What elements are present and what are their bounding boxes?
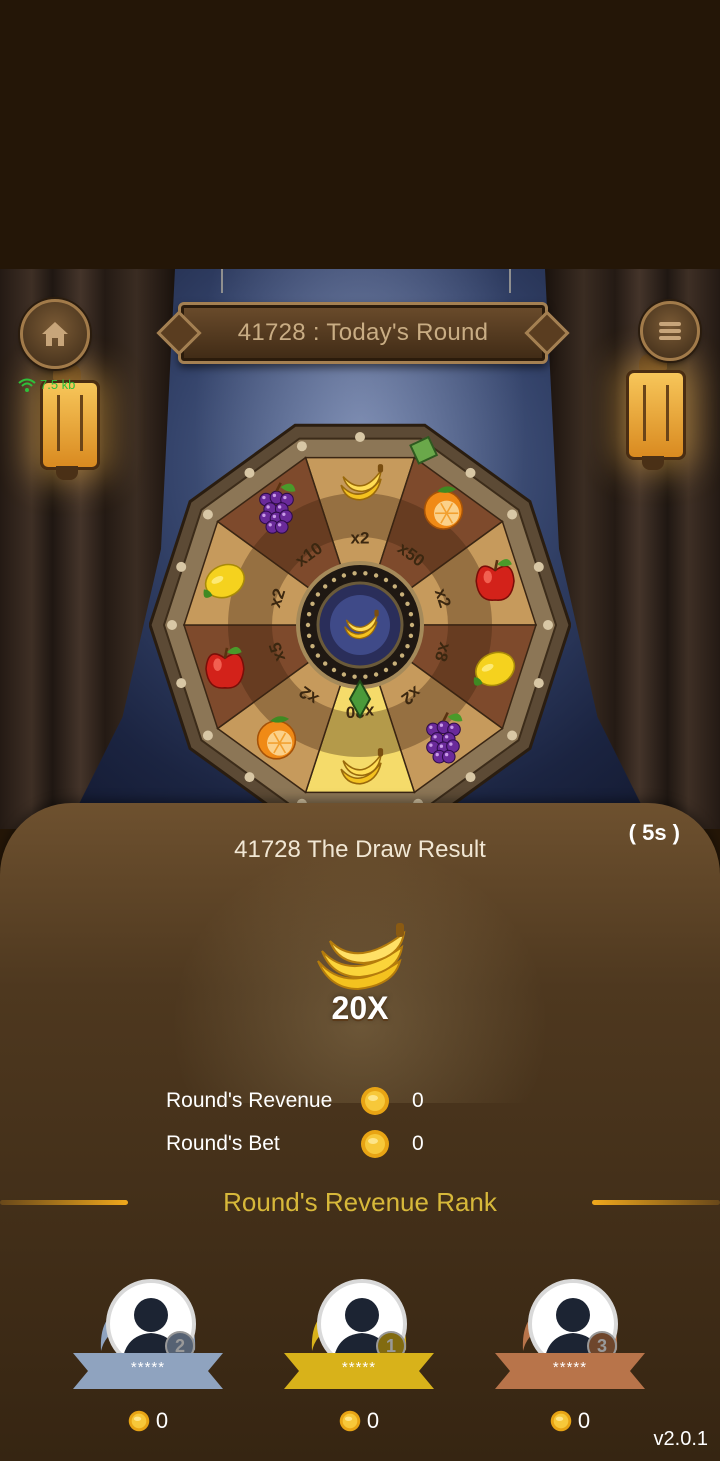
- coin-icon: [361, 1087, 389, 1115]
- rank-card-1: 1 ***** 0: [284, 1275, 434, 1445]
- home-icon: [42, 322, 68, 346]
- player-name-ribbon: *****: [73, 1353, 223, 1389]
- result-multiplier: 20X: [331, 990, 389, 1026]
- player-coin-value: 0: [155, 1408, 169, 1433]
- draw-result-panel: 41728 The Draw Result ( 5s ) 20X Round's…: [0, 803, 720, 1461]
- home-button[interactable]: [20, 299, 90, 369]
- draw-result-title: 41728 The Draw Result: [234, 836, 486, 863]
- player-name-ribbon: *****: [284, 1353, 434, 1389]
- lantern-right: [622, 354, 686, 474]
- coin-icon: [361, 1130, 389, 1158]
- multiplier-label: x2: [351, 528, 370, 547]
- menu-button[interactable]: [640, 301, 700, 361]
- revenue-row: Round's Revenue 0: [166, 1086, 424, 1116]
- coin-icon: [339, 1410, 361, 1432]
- wifi-icon: [18, 378, 36, 392]
- network-speed: 7.5 kb: [40, 377, 76, 392]
- round-title: 41728 : Today's Round: [237, 319, 489, 346]
- player-coins: 0: [284, 1408, 434, 1434]
- fortune-wheel: x2x50x2x8x2x20x2x5x2x10: [148, 414, 572, 829]
- version-label: v2.0.1: [653, 1428, 708, 1450]
- player-name-ribbon: *****: [495, 1353, 645, 1389]
- player-coin-value: 0: [577, 1408, 591, 1433]
- countdown-timer: ( 5s ): [628, 820, 680, 845]
- round-title-plate: 41728 : Today's Round: [178, 302, 548, 364]
- revenue-label: Round's Revenue: [166, 1089, 333, 1112]
- rank-divider-right: [592, 1200, 720, 1205]
- revenue-value: 0: [412, 1089, 424, 1112]
- coin-icon: [128, 1410, 150, 1432]
- player-coins: 0: [495, 1408, 645, 1434]
- network-indicator: 7.5 kb: [18, 377, 75, 392]
- rank-card-3: 3 ***** 0: [495, 1275, 645, 1445]
- curtain-right: [545, 269, 720, 829]
- menu-icon: [659, 322, 681, 340]
- top-blank-area: [0, 0, 720, 269]
- bet-label: Round's Bet: [166, 1132, 280, 1155]
- player-coins: 0: [73, 1408, 223, 1434]
- banana-icon: [317, 923, 406, 991]
- game-stage: 7.5 kb 41728 : Today's Round x2 x50 x2 x8 x2…: [0, 269, 720, 829]
- coin-icon: [550, 1410, 572, 1432]
- bet-row: Round's Bet 0: [166, 1129, 424, 1159]
- rank-card-2: 2 ***** 0: [73, 1275, 223, 1445]
- player-coin-value: 0: [366, 1408, 380, 1433]
- wheel-graphic: x2x50x2x8x2x20x2x5x2x10: [148, 423, 572, 827]
- bet-value: 0: [412, 1132, 424, 1155]
